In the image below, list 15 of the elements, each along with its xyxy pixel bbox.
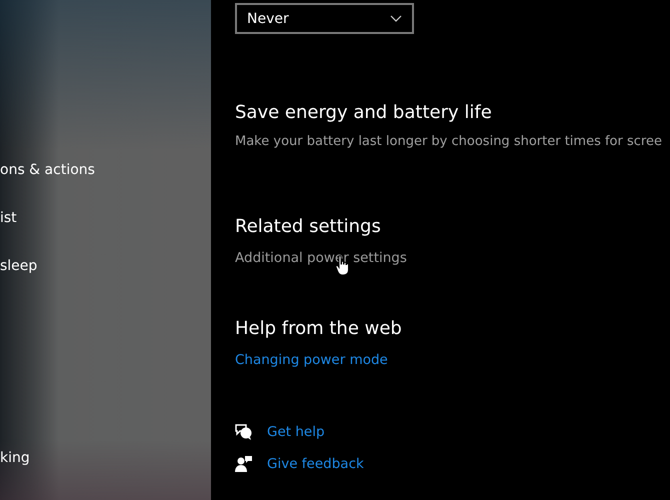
section-heading: Related settings bbox=[235, 216, 382, 237]
help-link[interactable]: Get help bbox=[267, 424, 325, 440]
nav-item[interactable]: king bbox=[0, 434, 211, 482]
person-feedback-icon bbox=[235, 455, 253, 473]
section-heading: Help from the web bbox=[235, 318, 403, 339]
never-dropdown[interactable]: Never bbox=[235, 3, 414, 34]
chat-help-icon bbox=[235, 423, 253, 441]
help-link[interactable]: Give feedback bbox=[267, 456, 364, 472]
section-description: Make your battery last longer by choosing shorter times for scree bbox=[235, 134, 663, 149]
nav-item[interactable]: sleep bbox=[0, 242, 211, 290]
settings-link[interactable]: Changing power mode bbox=[235, 352, 388, 368]
nav-item[interactable]: ist bbox=[0, 194, 211, 242]
nav-item[interactable]: ons & actions bbox=[0, 146, 211, 194]
chevron-down-icon bbox=[390, 15, 402, 22]
section-heading: Save energy and battery life bbox=[235, 102, 493, 123]
